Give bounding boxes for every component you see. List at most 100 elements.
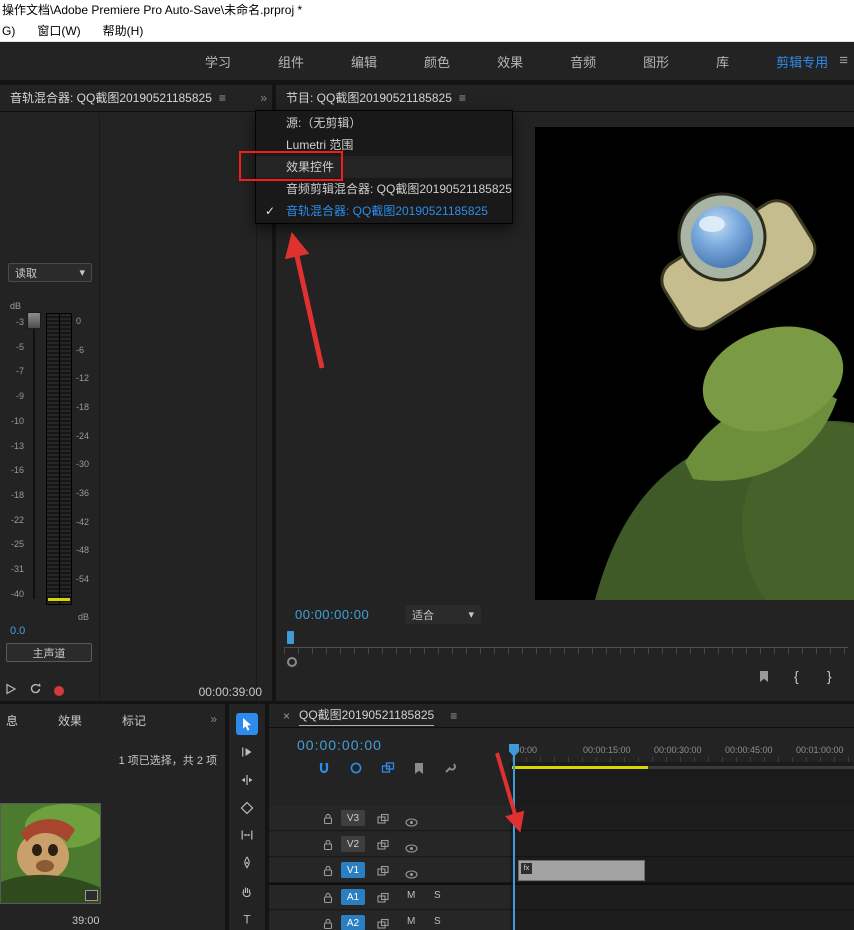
mark-in-button[interactable]: { <box>794 668 799 684</box>
slip-tool-icon[interactable] <box>236 825 258 847</box>
sync-lock-icon[interactable] <box>377 812 389 830</box>
add-marker-icon[interactable] <box>413 762 425 780</box>
work-area-bar[interactable] <box>512 766 648 769</box>
volume-fader-handle[interactable] <box>27 312 41 329</box>
mute-button[interactable]: M <box>407 916 415 927</box>
mute-button[interactable]: M <box>407 890 415 901</box>
program-timecode[interactable]: 00:00:00:00 <box>295 607 369 622</box>
menu-item-source[interactable]: 源:（无剪辑） <box>256 112 512 134</box>
annotation-red-box <box>239 151 343 181</box>
timeline-tab-title[interactable]: QQ截图20190521185825 <box>299 706 434 726</box>
workspace-tab-learn[interactable]: 学习 <box>205 52 231 71</box>
loop-icon[interactable] <box>29 682 42 700</box>
workspace-tab-assembly[interactable]: 组件 <box>278 52 304 71</box>
mark-out-button[interactable]: } <box>827 668 832 684</box>
scale-tick-label: -18 <box>76 402 89 412</box>
menu-item-help[interactable]: 帮助(H) <box>103 22 144 39</box>
mixer-panel-title[interactable]: 音轨混合器: QQ截图20190521185825 <box>10 85 212 112</box>
workspace-tab-audio[interactable]: 音频 <box>570 52 596 71</box>
menu-item-audio-clip-mixer[interactable]: 音频剪辑混合器: QQ截图20190521185825 <box>256 178 512 200</box>
fader-db-scale: -3-5-7-9-10-13-16-18-22-25-31-40 <box>2 317 24 599</box>
workspace-overflow-menu-icon[interactable]: ≡ <box>839 52 848 69</box>
workspace-tab-editing-custom[interactable]: 剪辑专用 <box>776 52 828 71</box>
workspace-tab-color[interactable]: 颜色 <box>424 52 450 71</box>
solo-button[interactable]: S <box>434 916 441 927</box>
solo-button[interactable]: S <box>434 890 441 901</box>
linked-selection-icon[interactable] <box>349 761 363 780</box>
workspace-tab-library[interactable]: 库 <box>716 52 729 71</box>
close-icon[interactable]: × <box>283 709 290 723</box>
sync-lock-icon[interactable] <box>377 917 389 930</box>
lock-icon[interactable] <box>323 917 333 930</box>
track-content-v3[interactable] <box>510 806 854 831</box>
add-marker-icon[interactable] <box>758 670 770 688</box>
workspace-bar: 学习 组件 编辑 颜色 效果 音频 图形 库 剪辑专用 ≡ <box>0 42 854 80</box>
sync-lock-icon[interactable] <box>377 864 389 882</box>
timeline-ruler[interactable]: :00:0000:00:15:0000:00:30:0000:00:45:000… <box>512 745 854 755</box>
timeline-playhead-handle[interactable] <box>509 744 519 757</box>
panel-overflow-icon[interactable]: » <box>260 91 265 105</box>
lock-icon[interactable] <box>323 891 333 909</box>
zoom-level-select[interactable]: 适合 ▾ <box>405 605 481 624</box>
toggle-track-output-icon[interactable] <box>405 866 418 884</box>
timeline-clip[interactable]: fx <box>518 860 645 881</box>
track-target-v3[interactable]: V3 <box>341 810 365 826</box>
track-target-a2[interactable]: A2 <box>341 915 365 930</box>
track-target-v1[interactable]: V1 <box>341 862 365 878</box>
razor-tool-icon[interactable] <box>236 797 258 819</box>
timeline-display-settings-icon[interactable] <box>381 761 395 780</box>
hand-tool-icon[interactable] <box>236 880 258 902</box>
workspace-tab-graphics[interactable]: 图形 <box>643 52 669 71</box>
tab-effects[interactable]: 效果 <box>58 712 82 729</box>
panel-menu-icon[interactable]: ≡ <box>219 91 226 105</box>
ripple-edit-tool-icon[interactable] <box>236 769 258 791</box>
mixer-strip-divider <box>99 113 100 701</box>
timeline-playhead-line[interactable] <box>513 744 515 930</box>
program-panel-title[interactable]: 节目: QQ截图20190521185825 <box>286 85 452 112</box>
clip-thumbnail[interactable] <box>0 803 101 904</box>
track-header-a1: A1 M S <box>269 885 510 910</box>
scale-tick-label: 00:00:45:00 <box>725 745 796 755</box>
selection-tool-icon[interactable] <box>236 713 258 735</box>
workspace-tab-editing[interactable]: 编辑 <box>351 52 377 71</box>
play-icon[interactable] <box>5 682 17 700</box>
automation-mode-select[interactable]: 读取 ▾ <box>8 263 92 282</box>
lock-icon[interactable] <box>323 838 333 856</box>
tab-markers[interactable]: 标记 <box>122 712 146 729</box>
panel-menu-icon[interactable]: ≡ <box>459 91 466 105</box>
track-target-a1[interactable]: A1 <box>341 889 365 905</box>
panel-overflow-icon[interactable]: » <box>210 712 215 726</box>
program-scrub-ruler[interactable] <box>284 647 848 654</box>
track-select-forward-tool-icon[interactable] <box>236 741 258 763</box>
tab-info[interactable]: 息 <box>6 712 18 729</box>
menu-item-window[interactable]: 窗口(W) <box>37 22 80 39</box>
lock-icon[interactable] <box>323 864 333 882</box>
workspace-tab-effects[interactable]: 效果 <box>497 52 523 71</box>
master-channel-label: 主声道 <box>33 645 66 661</box>
snap-icon[interactable] <box>317 761 331 780</box>
timeline-settings-wrench-icon[interactable] <box>443 761 457 780</box>
type-tool-icon[interactable]: T <box>236 908 258 930</box>
scale-tick-label: -36 <box>76 488 89 498</box>
toggle-track-output-icon[interactable] <box>405 814 418 832</box>
lock-icon[interactable] <box>323 812 333 830</box>
timeline-timecode[interactable]: 00:00:00:00 <box>297 737 382 753</box>
track-content-v2[interactable] <box>510 832 854 857</box>
toggle-track-output-icon[interactable] <box>405 840 418 858</box>
program-playhead[interactable] <box>287 631 294 644</box>
program-zoom-handle[interactable] <box>287 657 297 667</box>
master-channel-button[interactable]: 主声道 <box>6 643 92 662</box>
program-panel-header: 节目: QQ截图20190521185825 ≡ <box>276 85 854 112</box>
fader-level-value[interactable]: 0.0 <box>10 625 25 637</box>
sync-lock-icon[interactable] <box>377 838 389 856</box>
record-icon[interactable] <box>54 686 64 696</box>
track-content-a1[interactable] <box>510 885 854 910</box>
sync-lock-icon[interactable] <box>377 891 389 909</box>
menu-item-audio-track-mixer[interactable]: ✓ 音轨混合器: QQ截图20190521185825 <box>256 200 512 222</box>
track-content-a2[interactable] <box>510 911 854 930</box>
menu-item-truncated[interactable]: G) <box>2 24 15 38</box>
panel-menu-icon[interactable]: ≡ <box>450 709 457 723</box>
pen-tool-icon[interactable] <box>236 852 258 874</box>
menu-item-label: 音轨混合器: QQ截图20190521185825 <box>286 204 488 218</box>
track-target-v2[interactable]: V2 <box>341 836 365 852</box>
